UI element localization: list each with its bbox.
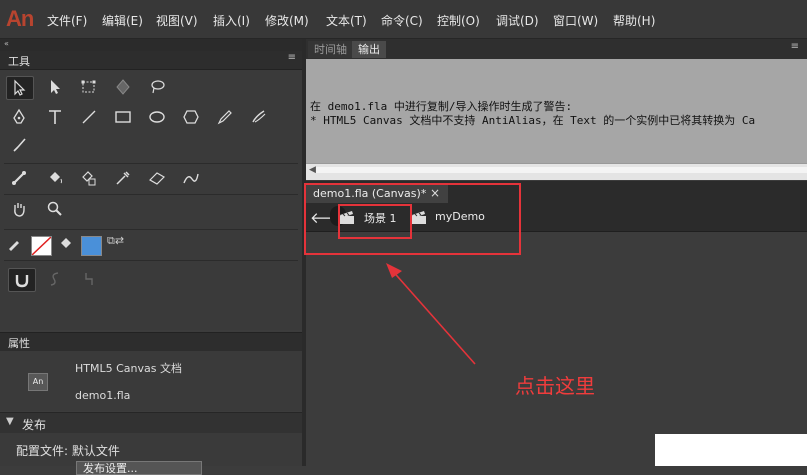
annotation-outer-box	[304, 183, 521, 255]
rectangle-tool-icon[interactable]	[110, 106, 136, 128]
menu-window[interactable]: 窗口(W)	[553, 12, 598, 29]
line-tool-icon[interactable]	[76, 106, 102, 128]
hand-tool-icon[interactable]	[6, 198, 32, 220]
collapse-icon[interactable]: «	[4, 39, 9, 48]
bone-tool-icon[interactable]	[6, 167, 32, 189]
3d-rotation-tool-icon[interactable]	[110, 76, 136, 98]
subselection-tool-icon[interactable]	[42, 76, 68, 98]
tools-panel-title: 工具	[8, 55, 30, 68]
stroke-pencil-icon	[4, 233, 24, 255]
properties-panel-header: 属性	[0, 332, 302, 351]
publish-section: 配置文件: 默认文件 发布设置...	[0, 433, 302, 475]
eyedropper-tool-icon[interactable]	[110, 167, 136, 189]
annotation-arrow	[386, 263, 476, 365]
app-logo: An	[6, 6, 34, 31]
menu-modify[interactable]: 修改(M)	[265, 12, 309, 29]
fill-bucket-icon	[55, 233, 77, 255]
menu-bar: An 文件(F) 编辑(E) 视图(V) 插入(I) 修改(M) 文本(T) 命…	[0, 0, 807, 39]
swap-colors-icon[interactable]: ⧉⇄	[107, 234, 124, 248]
fill-color-swatch[interactable]	[81, 236, 102, 256]
lasso-tool-icon[interactable]	[144, 76, 170, 98]
brush-tool-icon[interactable]	[246, 106, 272, 128]
eraser-tool-icon[interactable]	[144, 167, 170, 189]
tab-timeline[interactable]: 时间轴	[308, 41, 353, 58]
publish-section-header[interactable]: ▼ 发布	[0, 412, 302, 434]
tools-divider	[4, 260, 298, 261]
output-line: * HTML5 Canvas 文档中不支持 AntiAlias，在 Text 的…	[310, 114, 756, 127]
width-tool-icon[interactable]	[178, 167, 204, 189]
paint-bucket-tool-icon[interactable]	[42, 167, 68, 189]
menu-file[interactable]: 文件(F)	[47, 12, 87, 29]
paint-brush-tool-icon[interactable]	[6, 134, 32, 156]
panel-menu-icon[interactable]: ≡	[791, 41, 799, 52]
document-icon: An	[28, 373, 48, 391]
scrollbar-thumb[interactable]	[316, 167, 807, 173]
tab-output[interactable]: 输出	[352, 41, 386, 58]
output-text-area[interactable]: 在 demo1.fla 中进行复制/导入操作时生成了警告: * HTML5 Ca…	[306, 59, 807, 163]
menu-insert[interactable]: 插入(I)	[213, 12, 250, 29]
document-type: HTML5 Canvas 文档	[75, 362, 182, 375]
menu-text[interactable]: 文本(T)	[326, 12, 367, 29]
menu-commands[interactable]: 命令(C)	[381, 12, 423, 29]
document-file-name: demo1.fla	[75, 389, 131, 402]
snap-to-objects-icon[interactable]	[8, 268, 36, 292]
panel-menu-icon[interactable]: ≡	[288, 52, 296, 63]
tools-divider	[4, 194, 298, 195]
tools-collapse-bar[interactable]: «	[0, 39, 302, 51]
profile-label: 配置文件: 默认文件	[16, 444, 120, 458]
polystar-tool-icon[interactable]	[178, 106, 204, 128]
annotation-text: 点击这里	[515, 374, 595, 398]
expand-triangle-icon[interactable]: ▼	[6, 416, 14, 427]
tools-panel-header: 工具 ≡	[0, 51, 302, 70]
pen-tool-icon[interactable]	[6, 106, 32, 128]
straighten-icon[interactable]	[76, 268, 102, 290]
properties-panel-title: 属性	[8, 337, 30, 350]
stage-canvas[interactable]	[655, 434, 807, 466]
smooth-icon[interactable]	[42, 268, 68, 290]
free-transform-tool-icon[interactable]	[76, 76, 102, 98]
tools-panel: ⧉⇄	[0, 70, 302, 330]
scroll-left-arrow-icon[interactable]: ◀	[309, 165, 316, 175]
stroke-color-swatch[interactable]	[31, 236, 52, 256]
ink-bottle-tool-icon[interactable]	[76, 167, 102, 189]
publish-section-title: 发布	[22, 418, 47, 432]
menu-debug[interactable]: 调试(D)	[496, 12, 539, 29]
menu-view[interactable]: 视图(V)	[156, 12, 198, 29]
output-tabs-bar: 时间轴 输出 ≡	[306, 39, 807, 59]
zoom-tool-icon[interactable]	[42, 198, 68, 220]
annotation-scene-box	[338, 204, 412, 239]
menu-edit[interactable]: 编辑(E)	[102, 12, 143, 29]
oval-tool-icon[interactable]	[144, 106, 170, 128]
tools-divider	[4, 163, 298, 164]
menu-control[interactable]: 控制(O)	[437, 12, 480, 29]
text-tool-icon[interactable]	[42, 106, 68, 128]
pencil-tool-icon[interactable]	[212, 106, 238, 128]
publish-settings-button[interactable]: 发布设置...	[76, 461, 202, 475]
tools-divider	[4, 229, 298, 230]
selection-tool-icon[interactable]	[6, 76, 34, 100]
properties-panel: An HTML5 Canvas 文档 demo1.fla	[0, 351, 302, 411]
menu-help[interactable]: 帮助(H)	[613, 12, 655, 29]
